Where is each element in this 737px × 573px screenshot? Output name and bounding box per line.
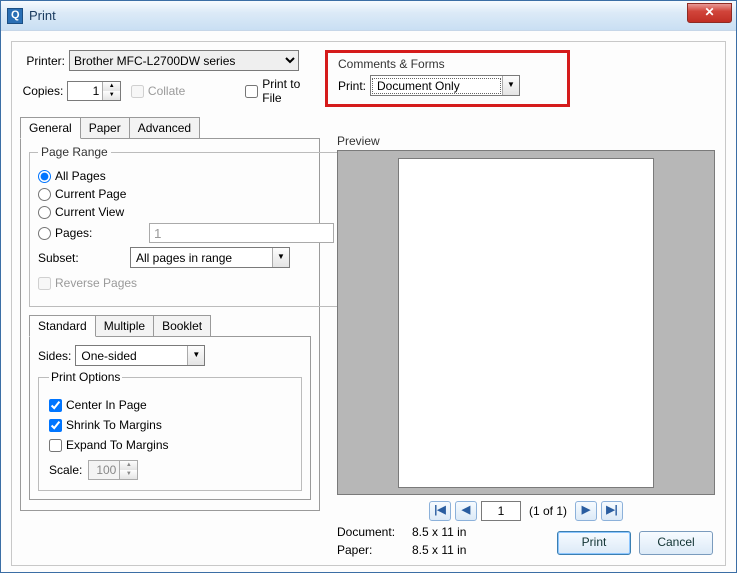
layout-tabs: Standard Multiple Booklet xyxy=(29,315,311,336)
subset-label: Subset: xyxy=(38,251,130,265)
reverse-pages-label: Reverse Pages xyxy=(55,276,137,290)
page-number-input[interactable] xyxy=(481,501,521,521)
pages-label: Pages: xyxy=(55,226,139,240)
prev-page-button[interactable]: ◀ xyxy=(455,501,477,521)
tab-paper[interactable]: Paper xyxy=(80,117,130,138)
print-to-file-row[interactable]: Print to File xyxy=(245,77,320,105)
app-icon xyxy=(7,8,23,24)
collate-label: Collate xyxy=(148,84,185,98)
last-page-button[interactable]: ▶| xyxy=(601,501,623,521)
collate-checkbox xyxy=(131,85,144,98)
sides-value: One-sided xyxy=(77,349,186,363)
comments-forms-group: Comments & Forms Print: Document Only ▼ xyxy=(325,50,570,107)
page-preview xyxy=(398,158,654,488)
subset-value: All pages in range xyxy=(132,251,271,265)
tab-multiple[interactable]: Multiple xyxy=(95,315,154,336)
window-title: Print xyxy=(29,8,56,23)
paper-size-value: 8.5 x 11 in xyxy=(412,543,466,557)
radio-current-view[interactable] xyxy=(38,206,51,219)
printer-select[interactable]: Brother MFC-L2700DW series xyxy=(69,50,299,71)
center-row[interactable]: Center In Page xyxy=(49,398,147,412)
preview-area xyxy=(337,150,715,495)
dialog-body: Printer: Brother MFC-L2700DW series Copi… xyxy=(1,31,736,572)
close-icon: ✕ xyxy=(704,5,714,19)
scale-label: Scale: xyxy=(49,463,82,477)
subset-combo[interactable]: All pages in range ▼ xyxy=(130,247,290,268)
chevron-down-icon[interactable]: ▼ xyxy=(502,76,519,95)
chevron-down-icon[interactable]: ▼ xyxy=(187,346,204,365)
copies-row: Copies: ▲ ▼ Collate xyxy=(20,77,320,105)
dialog-inner: Printer: Brother MFC-L2700DW series Copi… xyxy=(11,41,726,566)
print-dialog-window: Print ✕ Printer: Brother MFC-L2700DW ser… xyxy=(0,0,737,573)
pages-input xyxy=(149,223,334,243)
doc-size-value: 8.5 x 11 in xyxy=(412,525,466,539)
doc-size-label: Document: xyxy=(337,525,402,539)
cancel-button[interactable]: Cancel xyxy=(639,531,713,555)
dialog-buttons: Print Cancel xyxy=(557,531,713,555)
cf-print-combo[interactable]: Document Only ▼ xyxy=(370,75,520,96)
scale-down-button: ▼ xyxy=(119,470,137,479)
cf-print-label: Print: xyxy=(338,79,366,93)
page-of-label: (1 of 1) xyxy=(529,504,567,518)
scale-up-button: ▲ xyxy=(119,461,137,470)
radio-all-pages[interactable] xyxy=(38,170,51,183)
tab-standard[interactable]: Standard xyxy=(29,315,96,337)
copies-input[interactable] xyxy=(68,82,102,100)
copies-spinner[interactable]: ▲ ▼ xyxy=(67,81,121,101)
expand-row[interactable]: Expand To Margins xyxy=(49,438,169,452)
radio-pages[interactable] xyxy=(38,227,51,240)
top-left: Printer: Brother MFC-L2700DW series Copi… xyxy=(20,50,320,111)
current-view-label: Current View xyxy=(55,205,124,219)
expand-label: Expand To Margins xyxy=(66,438,169,452)
cf-print-value: Document Only xyxy=(372,78,501,94)
shrink-checkbox[interactable] xyxy=(49,419,62,432)
sides-combo[interactable]: One-sided ▼ xyxy=(75,345,205,366)
print-to-file-checkbox[interactable] xyxy=(245,85,258,98)
center-checkbox[interactable] xyxy=(49,399,62,412)
tab-booklet[interactable]: Booklet xyxy=(153,315,211,336)
print-button[interactable]: Print xyxy=(557,531,631,555)
top-right: Comments & Forms Print: Document Only ▼ xyxy=(320,50,717,111)
copies-up-button[interactable]: ▲ xyxy=(102,82,120,91)
copies-down-button[interactable]: ▼ xyxy=(102,91,120,100)
paper-size-label: Paper: xyxy=(337,543,402,557)
tab-advanced[interactable]: Advanced xyxy=(129,117,200,138)
pager: |◀ ◀ (1 of 1) ▶ ▶| xyxy=(337,501,715,521)
print-options-legend: Print Options xyxy=(49,370,122,384)
standard-panel: Sides: One-sided ▼ Print Options Center … xyxy=(29,336,311,500)
comments-forms-title: Comments & Forms xyxy=(338,57,557,71)
sides-label: Sides: xyxy=(38,349,71,363)
preview-label: Preview xyxy=(337,134,380,148)
shrink-label: Shrink To Margins xyxy=(66,418,162,432)
page-range-legend: Page Range xyxy=(38,145,111,159)
next-page-button[interactable]: ▶ xyxy=(575,501,597,521)
print-to-file-label: Print to File xyxy=(262,77,320,105)
center-label: Center In Page xyxy=(66,398,147,412)
preview-section: Preview |◀ ◀ (1 of 1) ▶ ▶| Document: 8.5… xyxy=(337,134,715,521)
left-column: General Paper Advanced Page Range All Pa… xyxy=(20,117,320,511)
general-panel: Page Range All Pages Current Page Curren… xyxy=(20,138,320,511)
current-page-label: Current Page xyxy=(55,187,126,201)
scale-spinner: ▲ ▼ xyxy=(88,460,138,480)
all-pages-label: All Pages xyxy=(55,169,106,183)
titlebar: Print ✕ xyxy=(1,1,736,31)
printer-label: Printer: xyxy=(20,54,65,68)
expand-checkbox[interactable] xyxy=(49,439,62,452)
radio-current-page[interactable] xyxy=(38,188,51,201)
page-range-group: Page Range All Pages Current Page Curren… xyxy=(29,145,367,307)
print-options-group: Print Options Center In Page Shrink To M… xyxy=(38,370,302,491)
tab-general[interactable]: General xyxy=(20,117,81,139)
collate-checkbox-row: Collate xyxy=(131,84,185,98)
first-page-button[interactable]: |◀ xyxy=(429,501,451,521)
reverse-pages-row: Reverse Pages xyxy=(38,276,137,290)
chevron-down-icon[interactable]: ▼ xyxy=(272,248,289,267)
reverse-pages-checkbox xyxy=(38,277,51,290)
close-button[interactable]: ✕ xyxy=(687,3,732,23)
copies-label: Copies: xyxy=(20,84,63,98)
shrink-row[interactable]: Shrink To Margins xyxy=(49,418,162,432)
top-row: Printer: Brother MFC-L2700DW series Copi… xyxy=(20,50,717,111)
printer-row: Printer: Brother MFC-L2700DW series xyxy=(20,50,320,71)
main-tabs: General Paper Advanced xyxy=(20,117,320,138)
scale-input xyxy=(89,461,119,479)
